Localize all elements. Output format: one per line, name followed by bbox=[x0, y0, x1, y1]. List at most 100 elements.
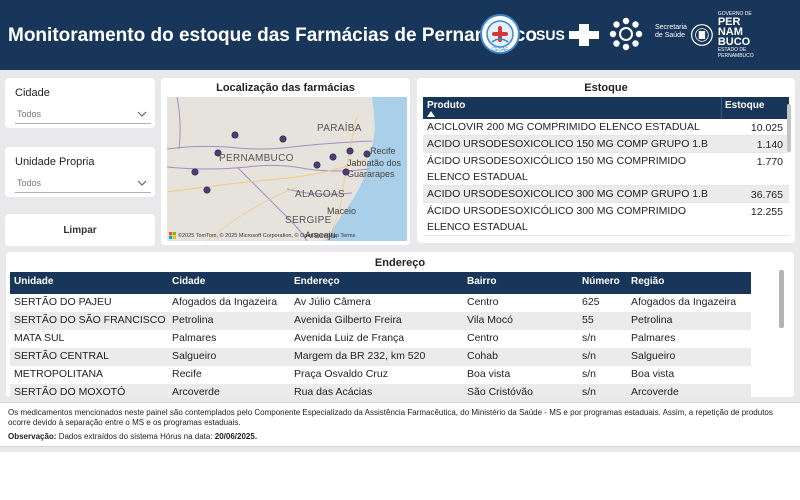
observation-date: 20/06/2025. bbox=[214, 432, 258, 441]
cidade-filter-label: Cidade bbox=[15, 87, 50, 99]
observation-label: Observação: bbox=[8, 432, 57, 441]
produto-cell: ACICLOVIR 200 MG COMPRIMIDO ELENCO ESTAD… bbox=[427, 121, 700, 133]
cidade-cell: Afogados da Ingazeira bbox=[172, 296, 278, 308]
unidade-dropdown[interactable]: Todos bbox=[15, 175, 151, 193]
table-row[interactable]: SERTÃO DO MOXOTÓ Arcoverde Rua das Acáci… bbox=[10, 384, 751, 397]
regiao-cell: Boa vista bbox=[631, 368, 675, 380]
pharmacy-marker bbox=[346, 147, 354, 155]
pharmacy-marker bbox=[313, 161, 321, 169]
map-label-paraiba: PARAÍBA bbox=[317, 123, 362, 134]
endereco-cell: Praça Osvaldo Cruz bbox=[294, 368, 388, 380]
health-ring-logo-icon bbox=[609, 17, 643, 51]
footer-observation: Observação: Dados extraídos do sistema H… bbox=[8, 432, 257, 441]
estoque-cell: 12.255 bbox=[750, 206, 783, 218]
endereco-cell: Avenida Luiz de França bbox=[294, 332, 405, 344]
svg-text:CESAF: CESAF bbox=[492, 47, 509, 53]
table-row[interactable]: ACIDO URSODESOXICOLICO 150 MG COMP GRUPO… bbox=[423, 136, 789, 153]
regiao-cell: Petrolina bbox=[631, 314, 673, 326]
produto-cell: ÁCIDO URSODESOXICÓLICO 300 MG COMPRIMIDO… bbox=[427, 205, 687, 233]
address-table-header: Unidade Cidade Endereço Bairro Número Re… bbox=[10, 272, 751, 294]
footer: Os medicamentos mencionados neste painel… bbox=[0, 402, 800, 446]
estoque-cell: 36.765 bbox=[750, 189, 783, 201]
cidade-dropdown[interactable]: Todos bbox=[15, 106, 151, 124]
col-numero-header[interactable]: Número bbox=[582, 276, 620, 287]
col-regiao-header[interactable]: Região bbox=[631, 276, 664, 287]
stock-title: Estoque bbox=[584, 82, 628, 94]
table-row[interactable]: SERTÃO DO PAJEU Afogados da Ingazeira Av… bbox=[10, 294, 751, 312]
header-bar: Monitoramento do estoque das Farmácias d… bbox=[0, 0, 800, 70]
stock-card: Estoque Produto Estoque ACICLOVIR 200 MG… bbox=[417, 78, 795, 243]
cidade-cell: Palmares bbox=[172, 332, 217, 344]
address-table-body: SERTÃO DO PAJEU Afogados da Ingazeira Av… bbox=[10, 294, 751, 397]
pharmacy-marker bbox=[191, 168, 199, 176]
col-produto-header[interactable]: Produto bbox=[427, 100, 465, 111]
pernambuco-wordmark: GOVERNO DE PER NAM BUCO ESTADO DE PERNAM… bbox=[717, 11, 754, 59]
pharmacy-map[interactable]: PARAÍBA PERNAMBUCO Recife Jaboatão dos G… bbox=[167, 97, 407, 241]
estoque-cell: 1.770 bbox=[756, 156, 783, 168]
table-row[interactable]: METROPOLITANA Recife Praça Osvaldo Cruz … bbox=[10, 366, 751, 384]
table-row[interactable]: SERTÃO CENTRAL Salgueiro Margem da BR 23… bbox=[10, 348, 751, 366]
dashboard: Monitoramento do estoque das Farmácias d… bbox=[0, 0, 800, 500]
col-estoque-header[interactable]: Estoque bbox=[725, 100, 764, 111]
sus-logo: SUS bbox=[536, 24, 599, 46]
unidade-cell: SERTÃO DO MOXOTÓ bbox=[14, 386, 126, 397]
bairro-cell: São Cristóvão bbox=[467, 386, 533, 397]
microsoft-logo-icon bbox=[169, 232, 176, 239]
unidade-cell: SERTÃO DO SÃO FRANCISCO bbox=[14, 314, 166, 326]
table-row[interactable]: ACIDO URSODESOXICOLICO 300 MG COMP GRUPO… bbox=[423, 186, 789, 203]
map-label-alagoas: ALAGOAS bbox=[295, 189, 345, 200]
table-row[interactable]: ÁCIDO URSODESOXICÓLICO 300 MG COMPRIMIDO… bbox=[423, 203, 789, 236]
map-label-sergipe: SERGIPE bbox=[285, 215, 332, 226]
chevron-down-icon bbox=[137, 180, 147, 186]
stock-scrollbar[interactable] bbox=[787, 104, 791, 152]
bairro-cell: Boa vista bbox=[467, 368, 511, 380]
regiao-cell: Salgueiro bbox=[631, 350, 676, 362]
cidade-cell: Petrolina bbox=[172, 314, 214, 326]
address-scrollbar[interactable] bbox=[779, 270, 784, 328]
table-row[interactable]: ACICLOVIR 200 MG COMPRIMIDO ELENCO ESTAD… bbox=[423, 119, 789, 136]
col-endereco-header[interactable]: Endereço bbox=[294, 276, 340, 287]
sus-cross-icon bbox=[568, 24, 599, 46]
table-row[interactable]: SERTÃO DO SÃO FRANCISCO Petrolina Avenid… bbox=[10, 312, 751, 330]
map-card: Localização das farmácias PARAÍBA PERNAM… bbox=[161, 78, 410, 245]
regiao-cell: Afogados da Ingazeira bbox=[631, 296, 737, 308]
endereco-cell: Margem da BR 232, km 520 bbox=[294, 350, 426, 362]
stock-table-body: ACICLOVIR 200 MG COMPRIMIDO ELENCO ESTAD… bbox=[423, 119, 789, 243]
unidade-filter-card: Unidade Propria Todos bbox=[5, 147, 155, 197]
sus-logo-text: SUS bbox=[536, 27, 565, 43]
col-bairro-header[interactable]: Bairro bbox=[467, 276, 496, 287]
unidade-cell: SERTÃO CENTRAL bbox=[14, 350, 109, 362]
col-unidade-header[interactable]: Unidade bbox=[14, 276, 53, 287]
map-label-jaboatao: Jaboatão dos bbox=[347, 158, 402, 168]
sort-ascending-icon bbox=[427, 111, 435, 117]
unidade-cell: MATA SUL bbox=[14, 332, 65, 344]
pharmacy-marker bbox=[279, 135, 287, 143]
numero-cell: 625 bbox=[582, 296, 600, 308]
bairro-cell: Centro bbox=[467, 332, 499, 344]
chevron-down-icon bbox=[137, 111, 147, 117]
map-attribution[interactable]: ©2025 TomTom, © 2025 Microsoft Corporati… bbox=[178, 233, 355, 239]
pharmacy-marker bbox=[231, 131, 239, 139]
endereco-cell: Rua das Acácias bbox=[294, 386, 373, 397]
observation-text: Dados extraídos do sistema Hórus na data… bbox=[56, 432, 215, 441]
secretaria-saude-label: Secretaria de Saúde bbox=[655, 24, 687, 39]
cesaf-logo: CESAF bbox=[480, 14, 520, 54]
endereco-cell: Avenida Gilberto Freira bbox=[294, 314, 402, 326]
numero-cell: s/n bbox=[582, 332, 597, 344]
endereco-cell: Av Júlio Câmera bbox=[294, 296, 371, 308]
cidade-cell: Salgueiro bbox=[172, 350, 217, 362]
produto-cell: ACIDO URSODESOXICOLICO 300 MG COMP GRUPO… bbox=[427, 188, 709, 200]
regiao-cell: Arcoverde bbox=[631, 386, 679, 397]
unidade-cell: METROPOLITANA bbox=[14, 368, 104, 380]
unidade-filter-label: Unidade Propria bbox=[15, 156, 95, 168]
table-row[interactable]: ÁCIDO URSODESOXICÓLICO 150 MG COMPRIMIDO… bbox=[423, 153, 789, 186]
divider bbox=[0, 446, 800, 447]
cesaf-emblem-icon: CESAF bbox=[486, 20, 514, 53]
address-title: Endereço bbox=[374, 257, 426, 269]
table-row[interactable]: MATA SUL Palmares Avenida Luiz de França… bbox=[10, 330, 751, 348]
address-card: Endereço Unidade Cidade Endereço Bairro … bbox=[6, 252, 794, 397]
clear-filters-button[interactable]: Limpar bbox=[5, 214, 155, 246]
col-cidade-header[interactable]: Cidade bbox=[172, 276, 205, 287]
bairro-cell: Centro bbox=[467, 296, 499, 308]
numero-cell: s/n bbox=[582, 350, 597, 362]
